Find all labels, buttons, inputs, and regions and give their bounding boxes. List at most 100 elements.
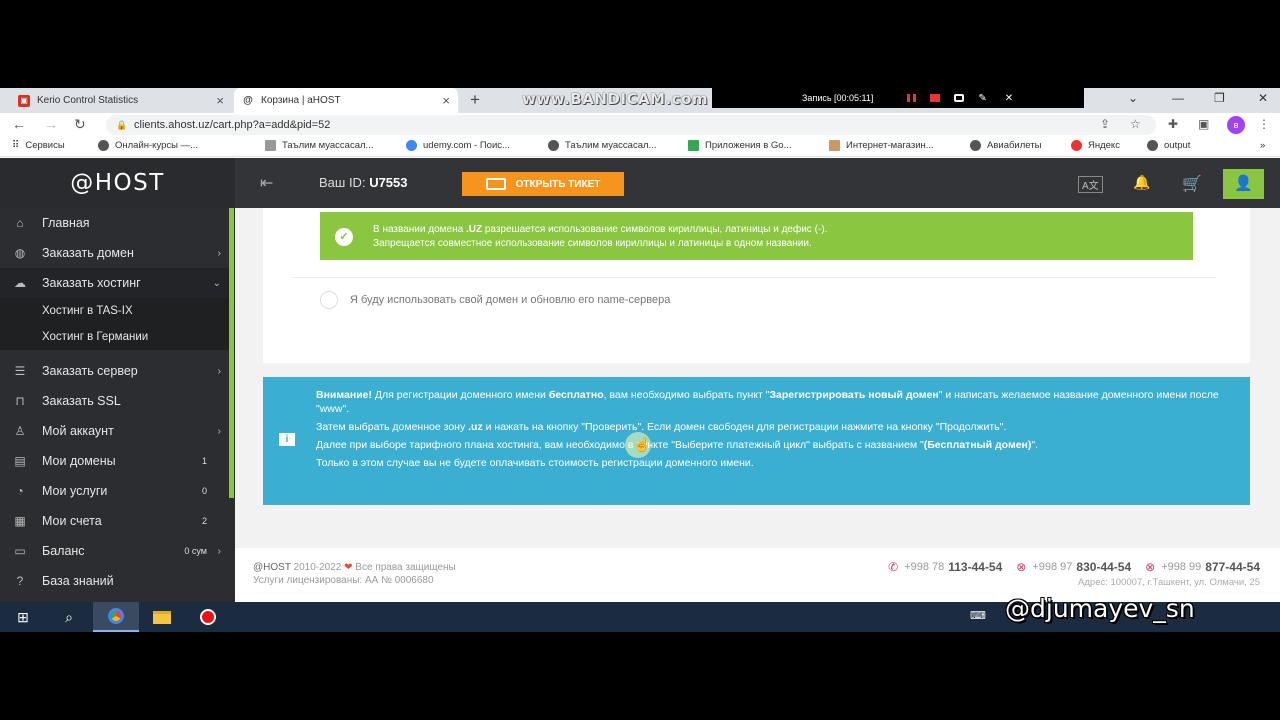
tab-title: Корзина | aHOST — [261, 95, 341, 106]
domain-icon: ▤ — [14, 454, 26, 468]
translate-icon[interactable]: A文 — [1078, 176, 1103, 193]
sidepanel-icon[interactable]: ▣ — [1198, 117, 1209, 131]
shop-icon — [829, 140, 840, 151]
back-arrow-icon[interactable]: ← — [12, 116, 26, 132]
sidebar-subitem-hosting-tasix[interactable]: Хостинг в TAS-IX — [0, 298, 229, 324]
tab-title: Kerio Control Statistics — [37, 95, 139, 106]
bookmark-item[interactable]: Таълим муассасал... — [548, 140, 656, 151]
chrome-taskbar-icon[interactable] — [93, 602, 139, 632]
home-icon: ⌂ — [16, 216, 24, 230]
google-icon — [406, 140, 417, 151]
profile-avatar[interactable]: в — [1227, 116, 1245, 134]
tab-kerio[interactable]: ▣ Kerio Control Statistics × — [10, 88, 232, 113]
site-logo[interactable]: @HOST — [0, 158, 235, 208]
bookmarks-bar: ⠿ Сервисы Онлайн-курсы —... Таълим муасса… — [0, 137, 1280, 157]
reload-icon[interactable]: ↻ — [74, 116, 86, 133]
hand-cursor-icon: ☝ — [633, 436, 651, 452]
bookmark-item[interactable]: ⠿ Сервисы — [12, 140, 65, 151]
sidebar-item-balance[interactable]: ▭ Баланс 0 сум › — [0, 536, 229, 566]
notice-line: В названии домена .UZ разрешается исполь… — [373, 224, 828, 235]
sidebar-subitem-hosting-germany[interactable]: Хостинг в Германии — [0, 324, 229, 350]
bandicam-recording-bar: Запись [00:05:11] ✎ ✕ — [712, 88, 1084, 108]
recording-timer: Запись [00:05:11] — [802, 93, 874, 103]
balance-badge: 0 сум — [184, 546, 207, 556]
chevron-down-icon: ⌄ — [212, 277, 221, 289]
bookmark-item[interactable]: Приложения в Go... — [688, 140, 792, 151]
sidebar-item-order-domain[interactable]: ◍ Заказать домен › — [0, 238, 229, 268]
help-icon: ? — [16, 574, 24, 588]
check-icon: ✓ — [335, 228, 353, 246]
url-field[interactable]: 🔒 clients.ahost.uz/cart.php?a=add&pid=52 — [106, 115, 1156, 135]
close-window-icon[interactable]: ✕ — [1258, 91, 1268, 105]
screen: ▣ Kerio Control Statistics × @ Корзина |… — [0, 88, 1280, 632]
star-icon[interactable]: ☆ — [1130, 117, 1141, 131]
pen-icon[interactable]: ✎ — [978, 93, 986, 104]
cart-icon[interactable]: 🛒 — [1182, 174, 1202, 194]
sidebar-item-my-account[interactable]: ♙ Мой аккаунт › — [0, 416, 229, 446]
sidebar: ⌂ Главная ◍ Заказать домен › ☁ Заказать хост… — [0, 208, 235, 602]
ticket-icon — [485, 178, 506, 190]
search-icon[interactable]: ⌕ — [46, 602, 92, 632]
radio-button[interactable] — [320, 291, 338, 309]
forward-arrow-icon[interactable]: → — [44, 116, 58, 132]
collapse-sidebar-icon[interactable]: ⇤ — [260, 173, 273, 193]
ahost-favicon-icon: @ — [243, 95, 253, 106]
pause-icon[interactable] — [907, 94, 917, 102]
stop-icon[interactable] — [930, 94, 941, 102]
open-ticket-button[interactable]: ОТКРЫТЬ ТИКЕТ — [462, 172, 624, 196]
bookmark-item[interactable]: Авиабилеты — [970, 140, 1041, 151]
windows-start-icon[interactable]: ⊞ — [0, 602, 46, 632]
globe-icon — [98, 140, 109, 151]
channel-handle-overlay: @djumayev_sn — [1005, 594, 1195, 623]
phone-number[interactable]: ⊗ +998 99 877-44-54 — [1145, 560, 1260, 574]
close-icon[interactable]: × — [216, 93, 224, 108]
sidebar-item-my-services[interactable]: ◔ Мои услуги 0 — [0, 476, 229, 506]
close-icon[interactable]: ✕ — [1005, 93, 1013, 104]
keyboard-tray-icon[interactable]: ⌨ — [970, 609, 986, 622]
sidebar-item-home[interactable]: ⌂ Главная — [0, 208, 229, 238]
count-badge: 2 — [201, 516, 207, 526]
bookmark-item[interactable]: Яндекс — [1071, 140, 1120, 151]
own-domain-option[interactable]: Я буду использовать свой домен и обновлю… — [320, 291, 670, 309]
site-header: @HOST ⇤ Ваш ID: U7553 ОТКРЫТЬ ТИКЕТ A文 🔔… — [0, 158, 1280, 208]
mobile-operator-icon: ⊗ — [1145, 560, 1156, 574]
tab-ahost[interactable]: @ Корзина | aHOST × — [234, 88, 458, 113]
browser-tab-bar: ▣ Kerio Control Statistics × @ Корзина |… — [0, 88, 1280, 113]
domain-options-card: ✓ В названии домена .UZ разрешается испо… — [263, 208, 1250, 363]
close-icon[interactable]: × — [442, 93, 450, 108]
file-explorer-icon[interactable] — [139, 602, 185, 632]
chevron-down-icon[interactable]: ⌄ — [1128, 91, 1138, 105]
minimize-icon[interactable]: — — [1172, 91, 1184, 105]
bookmark-item[interactable]: Таълим муассасал... — [265, 140, 373, 151]
divider — [291, 277, 1216, 278]
sidebar-item-my-invoices[interactable]: ▦ Мои счета 2 — [0, 506, 229, 536]
sidebar-item-order-ssl[interactable]: ⊓ Заказать SSL — [0, 386, 229, 416]
bookmark-item[interactable]: Интернет-магазин... — [829, 140, 934, 151]
phone-number[interactable]: ⊗ +998 97 830-44-54 — [1016, 560, 1131, 574]
new-tab-icon[interactable]: + — [470, 90, 480, 110]
user-settings-button[interactable]: 👤 — [1223, 169, 1264, 199]
globe-icon — [548, 140, 559, 151]
bookmark-item[interactable]: udemy.com - Поис... — [406, 140, 510, 151]
bandicam-watermark: www.BANDICAM.com — [522, 90, 709, 108]
bell-icon[interactable]: 🔔 — [1133, 174, 1150, 191]
chevron-right-icon: › — [217, 365, 221, 377]
sidebar-item-knowledge-base[interactable]: ? База знаний — [0, 566, 229, 596]
chevron-right-icon: › — [217, 247, 221, 259]
bookmark-item[interactable]: Онлайн-курсы —... — [98, 140, 198, 151]
extensions-icon[interactable]: ✚ — [1168, 117, 1178, 131]
more-bookmarks-icon[interactable]: » — [1260, 140, 1265, 151]
services-icon: ◔ — [16, 484, 24, 498]
sidebar-scrollbar[interactable] — [229, 208, 234, 498]
bandicam-taskbar-icon[interactable] — [185, 602, 231, 632]
camera-icon[interactable] — [954, 94, 965, 102]
sidebar-item-my-domains[interactable]: ▤ Мои домены 1 — [0, 446, 229, 476]
share-icon[interactable]: ⇪ — [1100, 117, 1110, 131]
menu-icon[interactable]: ⋮ — [1258, 117, 1270, 131]
lock-icon: ⊓ — [15, 394, 25, 408]
bookmark-item[interactable]: output — [1147, 140, 1190, 151]
sidebar-item-order-hosting[interactable]: ☁ Заказать хостинг ⌄ — [0, 268, 229, 298]
phone-number[interactable]: ✆ +998 78 113-44-54 — [888, 560, 1002, 574]
sidebar-item-order-server[interactable]: ☰ Заказать сервер › — [0, 356, 229, 386]
restore-icon[interactable]: ❐ — [1214, 91, 1225, 105]
